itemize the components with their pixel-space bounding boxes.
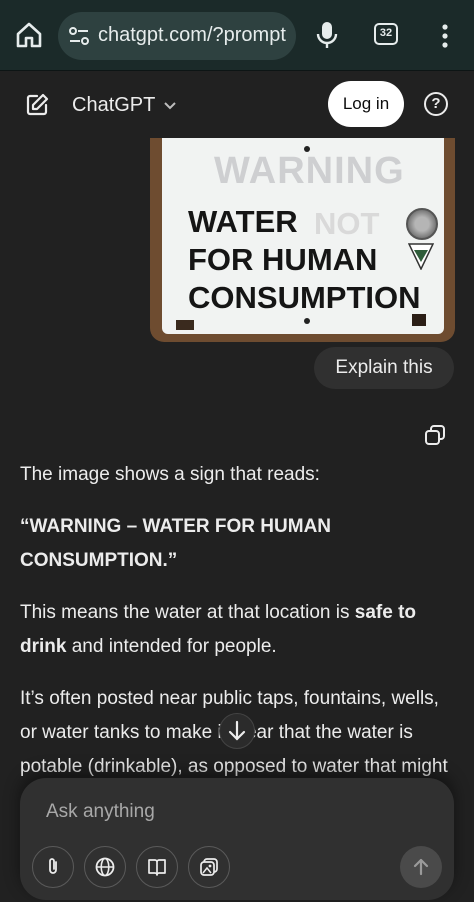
sign-line-3: CONSUMPTION <box>188 280 421 315</box>
address-bar[interactable]: chatgpt.com/?prompt <box>58 12 296 60</box>
chipped-corner <box>412 314 426 326</box>
help-icon[interactable]: ? <box>424 92 448 116</box>
sign-faded-not: NOT <box>314 206 380 241</box>
book-icon <box>148 859 166 876</box>
screw <box>304 146 310 152</box>
study-button[interactable] <box>136 846 178 888</box>
response-quote: “WARNING – WATER FOR HUMAN CONSUMPTION.” <box>20 516 332 571</box>
new-chat-icon[interactable] <box>24 92 50 118</box>
send-button[interactable] <box>400 846 442 888</box>
mic-icon[interactable] <box>314 20 340 50</box>
attach-button[interactable] <box>32 846 74 888</box>
create-image-button[interactable] <box>188 846 230 888</box>
arrow-down-icon <box>228 720 246 741</box>
uploaded-image[interactable]: WARNING NOT WATER FOR HUMAN CONSUMPTION <box>150 138 455 342</box>
model-name: ChatGPT <box>72 93 156 116</box>
assistant-response: The image shows a sign that reads: “WARN… <box>20 458 460 802</box>
chipped-corner <box>176 320 194 330</box>
url-text[interactable]: chatgpt.com/?prompt <box>98 24 288 47</box>
site-settings-icon[interactable] <box>68 26 90 46</box>
prompt-input[interactable] <box>44 796 428 828</box>
model-selector[interactable]: ChatGPT <box>72 90 177 120</box>
more-vert-icon[interactable] <box>436 22 454 50</box>
globe-icon <box>95 857 115 877</box>
arrow-up-icon <box>413 858 429 876</box>
sign-line-1: WATER <box>188 204 298 239</box>
shield-badge-icon <box>408 243 434 270</box>
scroll-to-bottom-button[interactable] <box>219 713 255 749</box>
copy-icon[interactable] <box>424 424 446 446</box>
home-icon[interactable] <box>14 20 44 50</box>
login-button[interactable]: Log in <box>328 81 404 127</box>
web-search-button[interactable] <box>84 846 126 888</box>
composer <box>20 778 454 900</box>
image-gen-icon <box>200 858 218 876</box>
tab-switcher-button[interactable]: 32 <box>374 23 398 45</box>
sign-faded-text: WARNING <box>214 150 405 192</box>
sign-board: WARNING NOT WATER FOR HUMAN CONSUMPTION <box>162 138 444 334</box>
browser-toolbar: chatgpt.com/?prompt 32 <box>0 0 474 71</box>
user-message-bubble: Explain this <box>314 347 454 389</box>
screw <box>304 318 310 324</box>
agency-seal-icon <box>406 208 438 240</box>
response-text: and intended for people. <box>66 636 277 657</box>
sign-line-2: FOR HUMAN <box>188 242 378 277</box>
response-intro: The image shows a sign that reads: <box>20 464 320 485</box>
response-text: This means the water at that location is <box>20 602 355 623</box>
response-paragraph-2: This means the water at that location is… <box>20 596 460 664</box>
chevron-down-icon <box>164 102 177 110</box>
paperclip-icon <box>49 858 57 874</box>
